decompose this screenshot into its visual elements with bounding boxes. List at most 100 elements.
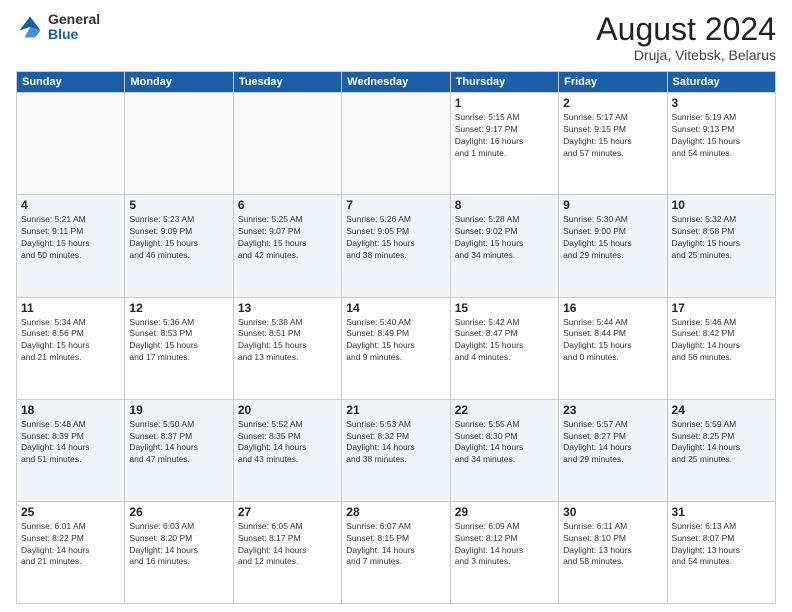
day-number: 4 [21, 198, 120, 212]
calendar-header: SundayMondayTuesdayWednesdayThursdayFrid… [17, 72, 776, 93]
calendar-cell: 29 Sunrise: 6:09 AMSunset: 8:12 PMDayligh… [450, 501, 558, 603]
calendar-week-row: 1 Sunrise: 5:15 AMSunset: 9:17 PMDaylight… [17, 93, 776, 195]
header: General Blue August 2024 Druja, Vitebsk,… [16, 12, 776, 63]
day-number: 18 [21, 403, 120, 417]
day-info: Sunrise: 5:15 AMSunset: 9:17 PMDaylight:… [455, 112, 554, 160]
calendar-cell: 30 Sunrise: 6:11 AMSunset: 8:10 PMDayligh… [559, 501, 667, 603]
day-info: Sunrise: 5:46 AMSunset: 8:42 PMDaylight:… [672, 317, 771, 365]
day-info: Sunrise: 6:05 AMSunset: 8:17 PMDaylight:… [238, 521, 337, 569]
day-info: Sunrise: 6:07 AMSunset: 8:15 PMDaylight:… [346, 521, 445, 569]
day-number: 17 [672, 301, 771, 315]
calendar-cell [233, 93, 341, 195]
calendar-cell [125, 93, 233, 195]
day-number: 10 [672, 198, 771, 212]
calendar-cell: 3 Sunrise: 5:19 AMSunset: 9:13 PMDaylight… [667, 93, 775, 195]
day-info: Sunrise: 5:34 AMSunset: 8:56 PMDaylight:… [21, 317, 120, 365]
day-number: 3 [672, 96, 771, 110]
page: General Blue August 2024 Druja, Vitebsk,… [0, 0, 792, 612]
day-number: 7 [346, 198, 445, 212]
day-info: Sunrise: 5:44 AMSunset: 8:44 PMDaylight:… [563, 317, 662, 365]
calendar-cell: 20 Sunrise: 5:52 AMSunset: 8:35 PMDayligh… [233, 399, 341, 501]
day-info: Sunrise: 6:13 AMSunset: 8:07 PMDaylight:… [672, 521, 771, 569]
calendar-cell: 26Sunrise: 6:03 AMSunset: 8:20 PMDayligh… [125, 501, 233, 603]
calendar-cell: 9 Sunrise: 5:30 AMSunset: 9:00 PMDaylight… [559, 195, 667, 297]
calendar-cell: 6Sunrise: 5:25 AMSunset: 9:07 PMDaylight… [233, 195, 341, 297]
day-info: Sunrise: 5:50 AMSunset: 8:37 PMDaylight:… [129, 419, 228, 467]
day-info: Sunrise: 5:53 AMSunset: 8:32 PMDaylight:… [346, 419, 445, 467]
day-info: Sunrise: 5:42 AMSunset: 8:47 PMDaylight:… [455, 317, 554, 365]
weekday-header-friday: Friday [559, 72, 667, 93]
calendar-cell: 25Sunrise: 6:01 AMSunset: 8:22 PMDayligh… [17, 501, 125, 603]
logo: General Blue [16, 12, 100, 43]
calendar-cell: 28Sunrise: 6:07 AMSunset: 8:15 PMDayligh… [342, 501, 450, 603]
day-info: Sunrise: 5:19 AMSunset: 9:13 PMDaylight:… [672, 112, 771, 160]
calendar-title: August 2024 [596, 12, 776, 47]
calendar-cell: 4 Sunrise: 5:21 AMSunset: 9:11 PMDaylight… [17, 195, 125, 297]
day-number: 14 [346, 301, 445, 315]
calendar-cell: 16Sunrise: 5:44 AMSunset: 8:44 PMDayligh… [559, 297, 667, 399]
day-number: 30 [563, 505, 662, 519]
day-number: 6 [238, 198, 337, 212]
calendar-table: SundayMondayTuesdayWednesdayThursdayFrid… [16, 71, 776, 604]
day-number: 15 [455, 301, 554, 315]
calendar-cell: 18 Sunrise: 5:48 AMSunset: 8:39 PMDayligh… [17, 399, 125, 501]
calendar-cell [17, 93, 125, 195]
day-number: 23 [563, 403, 662, 417]
day-info: Sunrise: 6:11 AMSunset: 8:10 PMDaylight:… [563, 521, 662, 569]
day-info: Sunrise: 5:28 AMSunset: 9:02 PMDaylight:… [455, 214, 554, 262]
day-number: 1 [455, 96, 554, 110]
calendar-cell: 10 Sunrise: 5:32 AMSunset: 8:58 PMDayligh… [667, 195, 775, 297]
logo-blue: Blue [48, 27, 100, 42]
day-info: Sunrise: 6:01 AMSunset: 8:22 PMDaylight:… [21, 521, 120, 569]
day-number: 21 [346, 403, 445, 417]
day-info: Sunrise: 5:32 AMSunset: 8:58 PMDaylight:… [672, 214, 771, 262]
day-number: 9 [563, 198, 662, 212]
day-info: Sunrise: 5:40 AMSunset: 8:49 PMDaylight:… [346, 317, 445, 365]
calendar-cell: 5Sunrise: 5:23 AMSunset: 9:09 PMDaylight… [125, 195, 233, 297]
calendar-cell: 24 Sunrise: 5:59 AMSunset: 8:25 PMDayligh… [667, 399, 775, 501]
day-info: Sunrise: 5:48 AMSunset: 8:39 PMDaylight:… [21, 419, 120, 467]
calendar-cell: 8 Sunrise: 5:28 AMSunset: 9:02 PMDaylight… [450, 195, 558, 297]
logo-icon [16, 13, 44, 41]
calendar-week-row: 25Sunrise: 6:01 AMSunset: 8:22 PMDayligh… [17, 501, 776, 603]
calendar-cell: 12 Sunrise: 5:36 AMSunset: 8:53 PMDayligh… [125, 297, 233, 399]
weekday-header-saturday: Saturday [667, 72, 775, 93]
calendar-cell: 17 Sunrise: 5:46 AMSunset: 8:42 PMDayligh… [667, 297, 775, 399]
day-number: 24 [672, 403, 771, 417]
logo-text: General Blue [48, 12, 100, 43]
calendar-cell: 2 Sunrise: 5:17 AMSunset: 9:15 PMDaylight… [559, 93, 667, 195]
weekday-header-wednesday: Wednesday [342, 72, 450, 93]
day-number: 2 [563, 96, 662, 110]
calendar-cell: 1 Sunrise: 5:15 AMSunset: 9:17 PMDaylight… [450, 93, 558, 195]
day-info: Sunrise: 5:17 AMSunset: 9:15 PMDaylight:… [563, 112, 662, 160]
day-info: Sunrise: 5:52 AMSunset: 8:35 PMDaylight:… [238, 419, 337, 467]
day-info: Sunrise: 5:30 AMSunset: 9:00 PMDaylight:… [563, 214, 662, 262]
calendar-week-row: 4 Sunrise: 5:21 AMSunset: 9:11 PMDaylight… [17, 195, 776, 297]
day-info: Sunrise: 5:57 AMSunset: 8:27 PMDaylight:… [563, 419, 662, 467]
day-info: Sunrise: 6:03 AMSunset: 8:20 PMDaylight:… [129, 521, 228, 569]
day-number: 22 [455, 403, 554, 417]
day-number: 20 [238, 403, 337, 417]
day-number: 29 [455, 505, 554, 519]
day-number: 27 [238, 505, 337, 519]
calendar-cell: 11 Sunrise: 5:34 AMSunset: 8:56 PMDayligh… [17, 297, 125, 399]
day-number: 31 [672, 505, 771, 519]
title-section: August 2024 Druja, Vitebsk, Belarus [596, 12, 776, 63]
day-info: Sunrise: 5:55 AMSunset: 8:30 PMDaylight:… [455, 419, 554, 467]
weekday-header-row: SundayMondayTuesdayWednesdayThursdayFrid… [17, 72, 776, 93]
day-number: 12 [129, 301, 228, 315]
day-number: 8 [455, 198, 554, 212]
calendar-subtitle: Druja, Vitebsk, Belarus [596, 47, 776, 63]
calendar-cell: 27 Sunrise: 6:05 AMSunset: 8:17 PMDayligh… [233, 501, 341, 603]
logo-general: General [48, 12, 100, 27]
day-info: Sunrise: 5:23 AMSunset: 9:09 PMDaylight:… [129, 214, 228, 262]
weekday-header-tuesday: Tuesday [233, 72, 341, 93]
calendar-cell: 7Sunrise: 5:26 AMSunset: 9:05 PMDaylight… [342, 195, 450, 297]
day-info: Sunrise: 5:36 AMSunset: 8:53 PMDaylight:… [129, 317, 228, 365]
day-number: 11 [21, 301, 120, 315]
calendar-body: 1 Sunrise: 5:15 AMSunset: 9:17 PMDaylight… [17, 93, 776, 604]
day-info: Sunrise: 5:21 AMSunset: 9:11 PMDaylight:… [21, 214, 120, 262]
day-info: Sunrise: 6:09 AMSunset: 8:12 PMDaylight:… [455, 521, 554, 569]
day-info: Sunrise: 5:59 AMSunset: 8:25 PMDaylight:… [672, 419, 771, 467]
calendar-cell: 14 Sunrise: 5:40 AMSunset: 8:49 PMDayligh… [342, 297, 450, 399]
